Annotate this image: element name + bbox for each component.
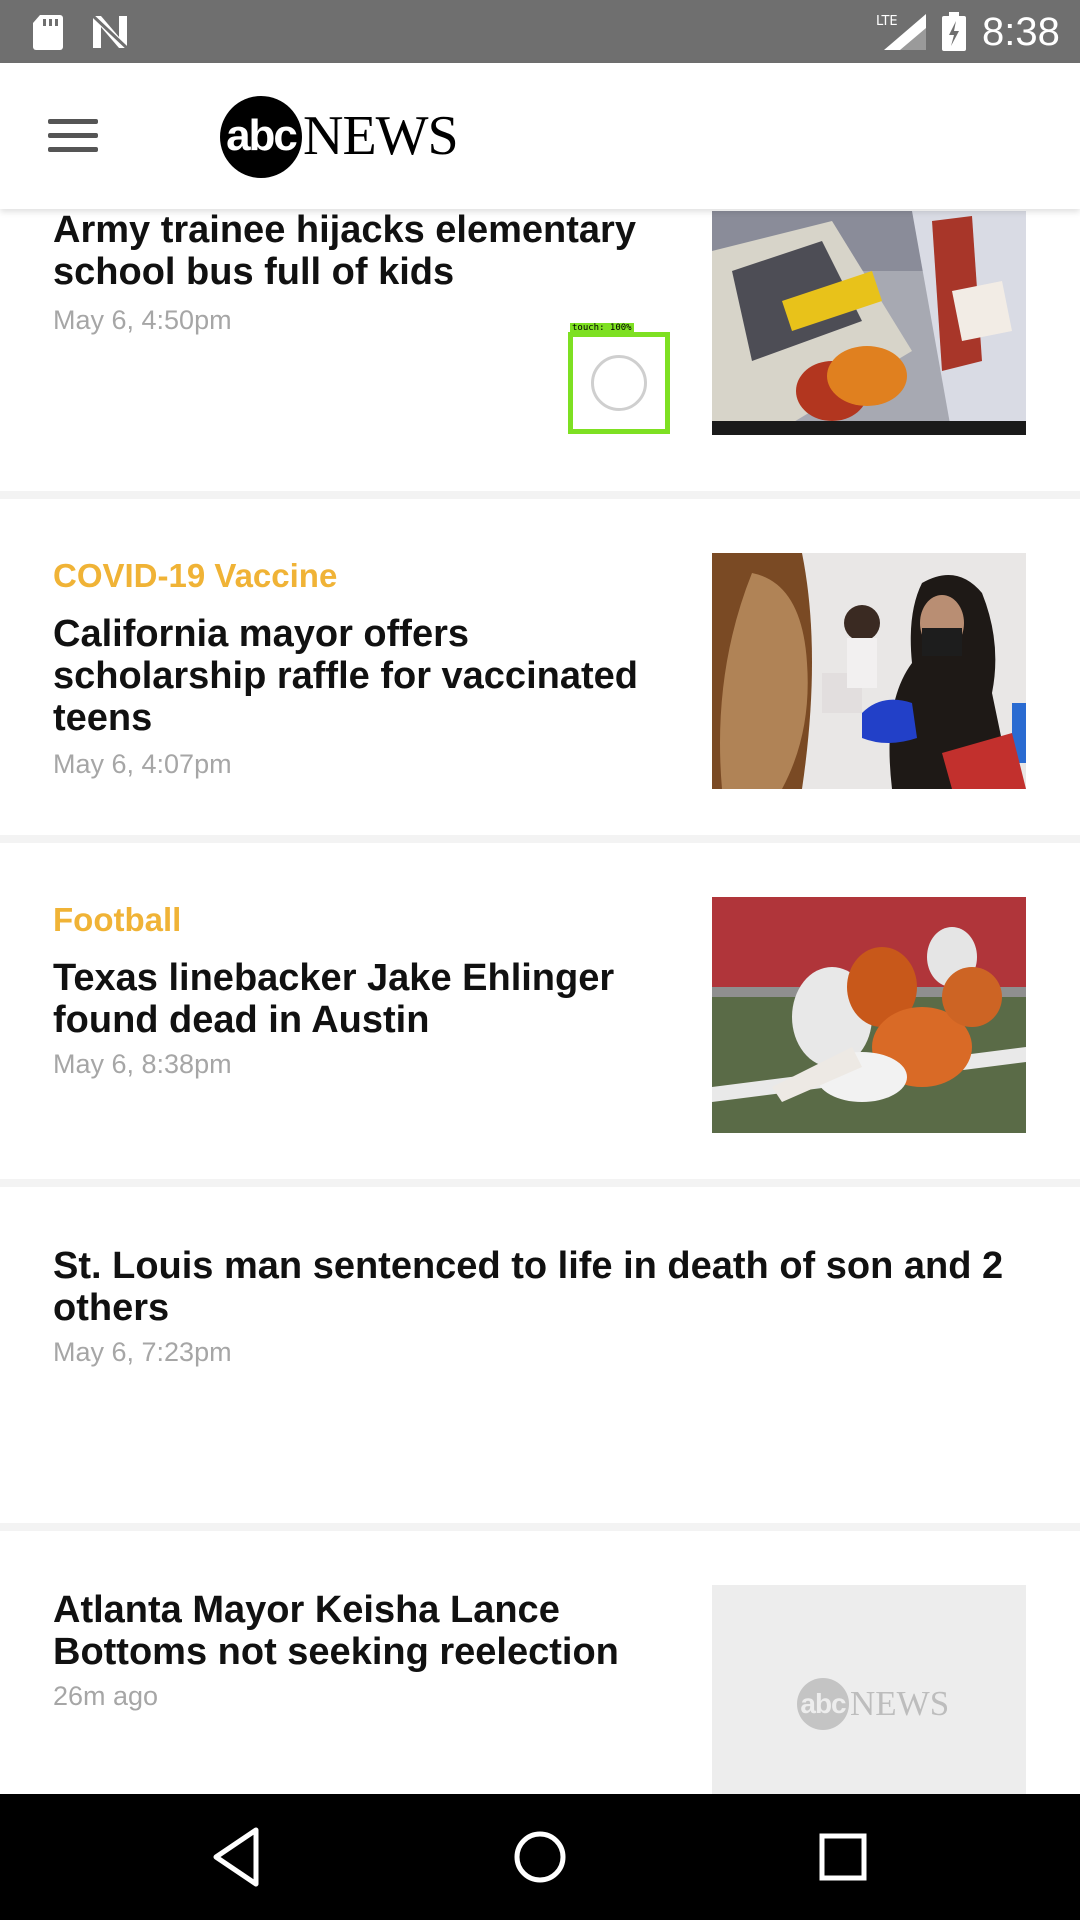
article-thumbnail-placeholder[interactable]: abc NEWS [712, 1585, 1026, 1794]
article-thumbnail[interactable] [712, 897, 1026, 1133]
lte-signal-icon: LTE [876, 14, 926, 50]
home-icon[interactable] [503, 1820, 577, 1894]
battery-charging-icon [942, 12, 966, 51]
article-category[interactable]: Football [53, 901, 181, 939]
hamburger-menu-icon[interactable] [42, 113, 104, 159]
article-timestamp: May 6, 4:07pm [53, 749, 232, 779]
lte-label: LTE [876, 14, 898, 29]
article-thumbnail[interactable] [712, 211, 1026, 435]
system-nav-bar [0, 1794, 1080, 1920]
touch-indicator-label: touch: 100% [570, 323, 634, 334]
article-card[interactable]: Atlanta Mayor Keisha Lance Bottoms not s… [0, 1531, 1080, 1794]
article-card[interactable]: Army trainee hijacks elementary school b… [0, 209, 1080, 499]
abc-news-logo[interactable]: abc NEWS [220, 96, 460, 178]
placeholder-logo-news: NEWS [850, 1684, 950, 1723]
article-headline[interactable]: California mayor offers scholarship raff… [53, 613, 673, 739]
article-card[interactable]: Football Texas linebacker Jake Ehlinger … [0, 843, 1080, 1187]
status-bar: LTE 8:38 [0, 0, 1080, 63]
article-headline[interactable]: St. Louis man sentenced to life in death… [53, 1245, 1013, 1329]
status-time: 8:38 [982, 10, 1060, 54]
placeholder-logo-abc: abc [800, 1688, 846, 1719]
app-header: abc NEWS [0, 63, 1080, 209]
back-icon[interactable] [200, 1820, 274, 1894]
article-category[interactable]: COVID-19 Vaccine [53, 557, 337, 595]
news-feed[interactable]: Army trainee hijacks elementary school b… [0, 209, 1080, 1794]
touch-circle [591, 355, 647, 411]
article-card[interactable]: St. Louis man sentenced to life in death… [0, 1187, 1080, 1531]
article-headline[interactable]: Atlanta Mayor Keisha Lance Bottoms not s… [53, 1589, 673, 1673]
logo-abc-text: abc [226, 111, 298, 160]
article-timestamp: May 6, 7:23pm [53, 1337, 232, 1367]
recents-icon[interactable] [806, 1820, 880, 1894]
article-timestamp: May 6, 4:50pm [53, 305, 232, 335]
article-headline[interactable]: Texas linebacker Jake Ehlinger found dea… [53, 957, 673, 1041]
sd-card-icon [33, 15, 63, 50]
placeholder-abc-news-logo: abc NEWS [797, 1678, 957, 1730]
article-timestamp: 26m ago [53, 1681, 159, 1711]
article-headline[interactable]: Army trainee hijacks elementary school b… [53, 209, 673, 293]
article-card[interactable]: COVID-19 Vaccine California mayor offers… [0, 499, 1080, 843]
touch-indicator [568, 332, 670, 434]
n-notification-icon [91, 14, 129, 50]
article-timestamp: May 6, 8:38pm [53, 1049, 232, 1079]
logo-news-text: NEWS [303, 105, 459, 167]
article-thumbnail[interactable] [712, 553, 1026, 789]
